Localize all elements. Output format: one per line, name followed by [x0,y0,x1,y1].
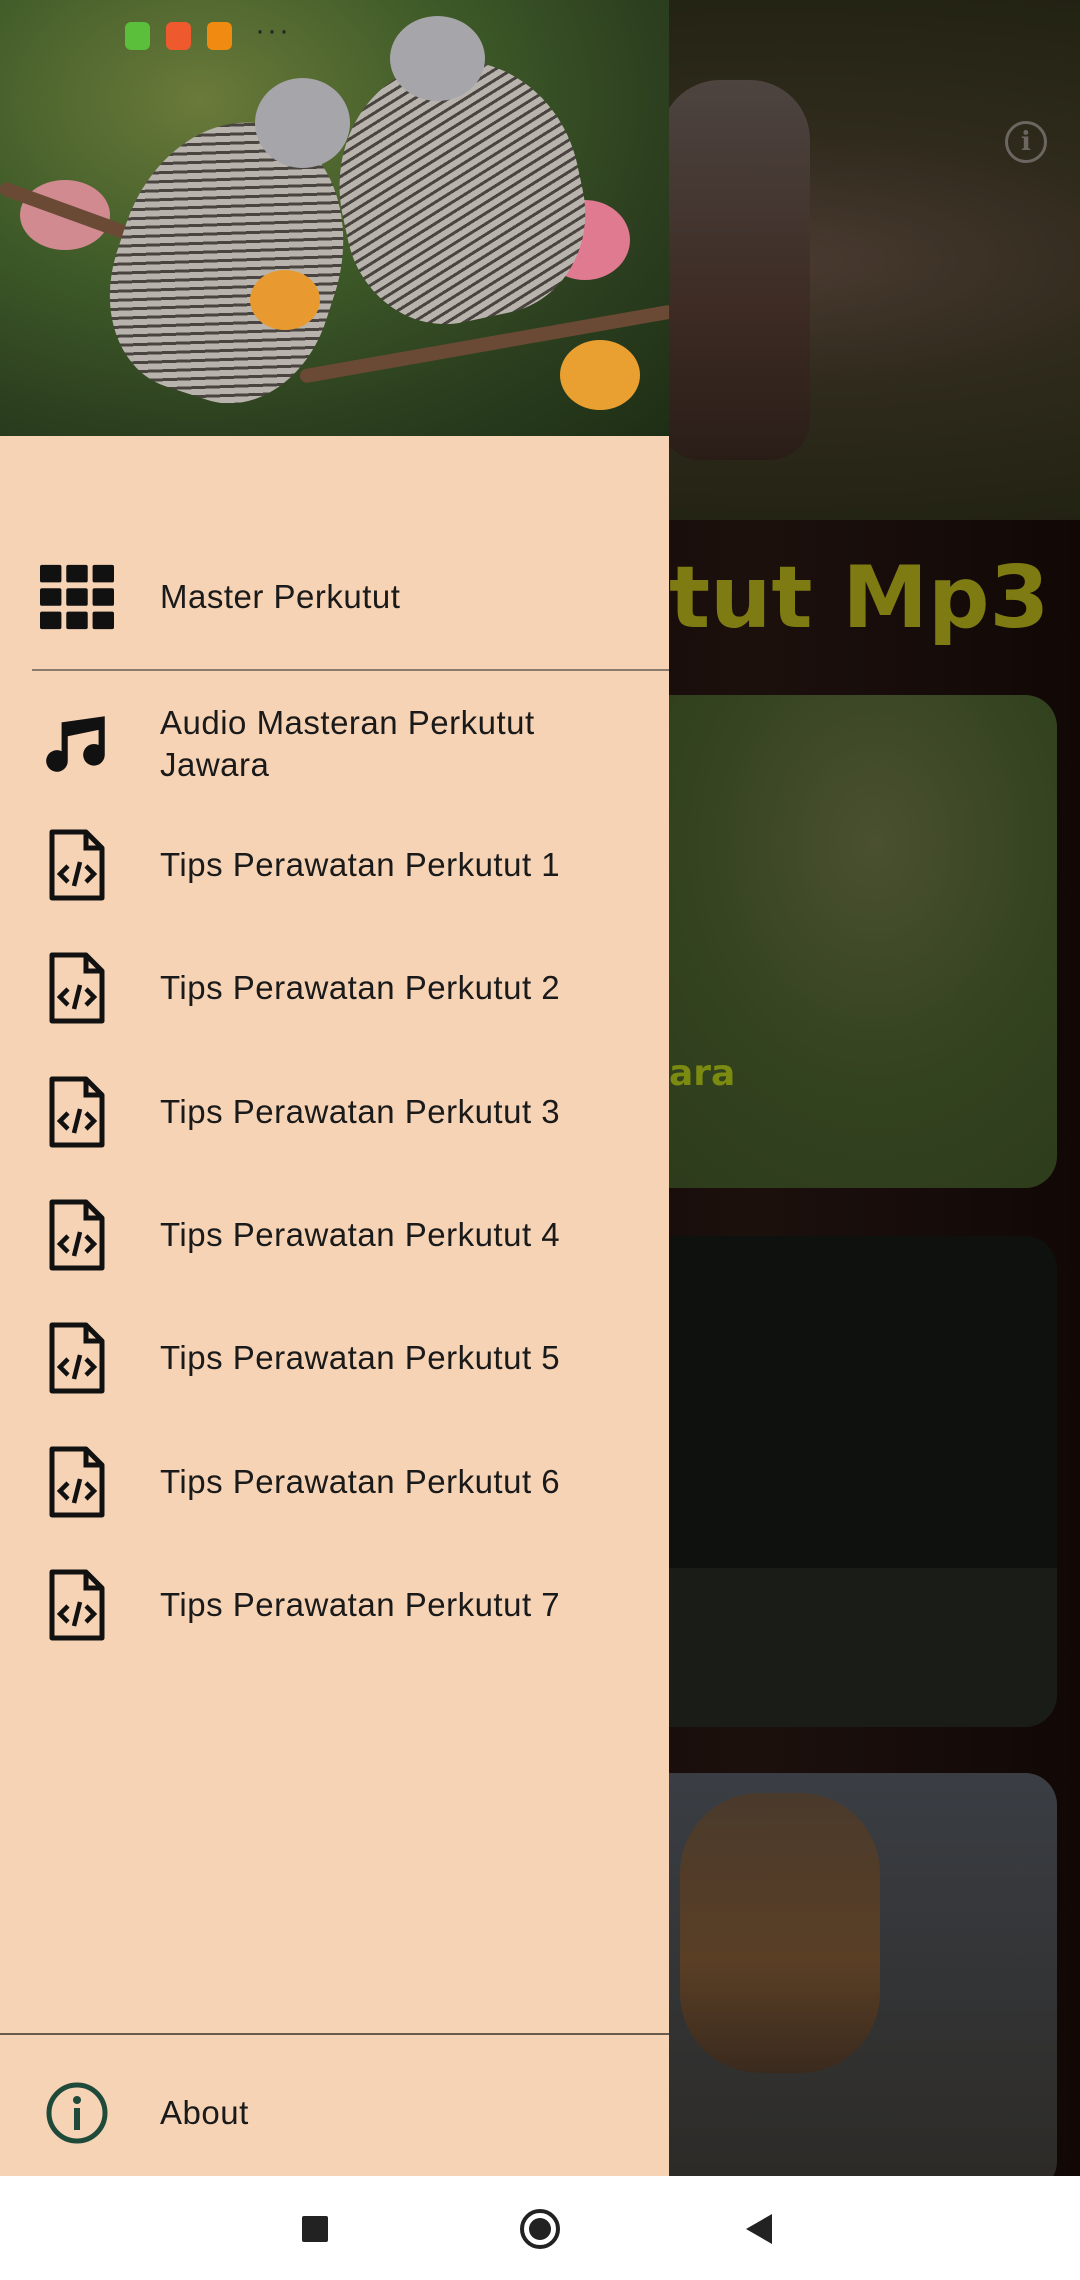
drawer-item-tips-1[interactable]: Tips Perawatan Perkutut 1 [0,810,669,920]
divider [0,2033,669,2035]
code-file-icon [40,1198,114,1272]
info-icon[interactable]: i [1005,121,1047,163]
drawer-item-about[interactable]: About [0,2058,669,2168]
drawer-item-tips-4[interactable]: Tips Perawatan Perkutut 4 [0,1180,669,1290]
card-label: ara [669,1053,736,1094]
drawer-item-label: Master Perkutut [160,578,401,615]
bird-image [660,80,810,460]
app-title: tut Mp3 [669,548,1050,648]
drawer-item-label: Tips Perawatan Perkutut 3 [160,1092,561,1130]
drawer-item-label: Tips Perawatan Perkutut 2 [160,969,561,1007]
code-file-icon [40,1075,114,1149]
drawer-item-label: Tips Perawatan Perkutut 7 [160,1585,561,1623]
code-file-icon [40,828,114,902]
info-icon [40,2081,114,2145]
drawer-item-label: Tips Perawatan Perkutut 6 [160,1462,561,1500]
drawer-item-label: Audio Masteran Perkutut Jawara [160,704,535,783]
drawer-item-tips-5[interactable]: Tips Perawatan Perkutut 5 [0,1303,669,1413]
back-button[interactable] [746,2214,772,2244]
home-button[interactable] [520,2209,560,2249]
recents-button[interactable] [302,2216,328,2242]
status-bar: ··· [0,0,1080,80]
drawer-item-tips-3[interactable]: Tips Perawatan Perkutut 3 [0,1057,669,1167]
code-file-icon [40,1445,114,1519]
code-file-icon [40,951,114,1025]
shopee-icon [166,22,191,50]
drawer-item-tips-6[interactable]: Tips Perawatan Perkutut 6 [0,1427,669,1537]
code-file-icon [40,1568,114,1642]
drawer-item-label: Tips Perawatan Perkutut 4 [160,1215,561,1253]
drawer-item-tips-7[interactable]: Tips Perawatan Perkutut 7 [0,1550,669,1660]
navigation-drawer: Master Perkutut Audio Masteran Perkutut … [0,0,669,2176]
grid-icon [40,564,114,630]
bird-image [680,1793,880,2073]
drawer-item-master-perkutut[interactable]: Master Perkutut [0,542,669,652]
divider [32,669,669,671]
drawer-item-label: About [160,2094,249,2131]
drawer-item-label: Tips Perawatan Perkutut 1 [160,846,561,883]
drawer-item-tips-2[interactable]: Tips Perawatan Perkutut 2 [0,933,669,1043]
android-icon [125,22,150,50]
more-notifications: ··· [255,14,291,47]
shield-icon [207,22,232,50]
drawer-item-label: Tips Perawatan Perkutut 5 [160,1339,561,1377]
drawer-item-audio[interactable]: Audio Masteran Perkutut Jawara [0,700,669,788]
navigation-bar [0,2176,1080,2280]
code-file-icon [40,1321,114,1395]
music-note-icon [40,706,114,782]
